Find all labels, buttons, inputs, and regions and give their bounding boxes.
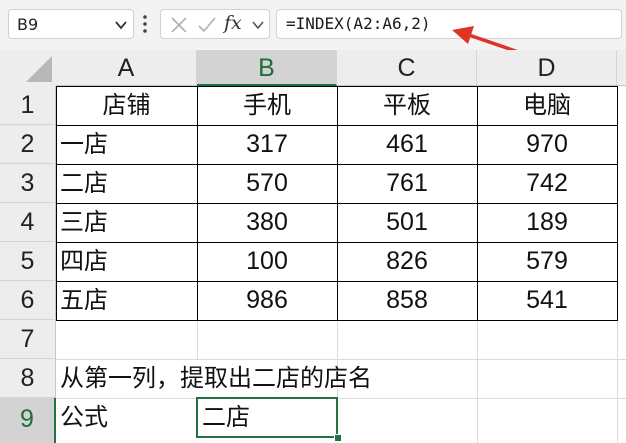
row-header-5[interactable]: 5 xyxy=(0,242,56,281)
cancel-x-icon[interactable] xyxy=(170,16,188,34)
cell-d2[interactable]: 970 xyxy=(477,125,617,164)
cell-a9[interactable]: 公式 xyxy=(56,398,197,437)
row-header-8[interactable]: 8 xyxy=(0,359,56,398)
table-border xyxy=(617,86,618,321)
cell-d5[interactable]: 579 xyxy=(477,242,617,281)
column-header-b[interactable]: B xyxy=(197,50,337,86)
cell-b2[interactable]: 317 xyxy=(197,125,337,164)
cell-b1[interactable]: 手机 xyxy=(197,86,337,125)
column-header-d[interactable]: D xyxy=(477,50,617,86)
select-all-button[interactable] xyxy=(0,50,56,86)
fill-handle[interactable] xyxy=(334,434,342,442)
cell-d6[interactable]: 541 xyxy=(477,281,617,320)
row-header-4[interactable]: 4 xyxy=(0,203,56,242)
cell-b4[interactable]: 380 xyxy=(197,203,337,242)
cell-a4[interactable]: 三店 xyxy=(56,203,197,242)
column-header-a[interactable]: A xyxy=(56,50,197,86)
row-header-2[interactable]: 2 xyxy=(0,125,56,164)
row-header-6[interactable]: 6 xyxy=(0,281,56,320)
cell-c5[interactable]: 826 xyxy=(337,242,477,281)
cell-d3[interactable]: 742 xyxy=(477,164,617,203)
cell-d1[interactable]: 电脑 xyxy=(477,86,617,125)
cell-a3[interactable]: 二店 xyxy=(56,164,197,203)
name-box-value: B9 xyxy=(17,15,39,34)
cell-c3[interactable]: 761 xyxy=(337,164,477,203)
cell-a2[interactable]: 一店 xyxy=(56,125,197,164)
formula-text: =INDEX(A2:A6,2) xyxy=(286,14,431,33)
column-header-e[interactable] xyxy=(617,50,626,86)
cell-a8[interactable]: 从第一列，提取出二店的店名 xyxy=(56,359,616,398)
name-box[interactable]: B9 xyxy=(8,9,134,39)
row-header-1[interactable]: 1 xyxy=(0,86,56,125)
cell-c4[interactable]: 501 xyxy=(337,203,477,242)
cell-b3[interactable]: 570 xyxy=(197,164,337,203)
check-icon[interactable] xyxy=(197,16,217,34)
row-header-3[interactable]: 3 xyxy=(0,164,56,203)
row-header-9[interactable]: 9 xyxy=(0,398,56,443)
chevron-down-icon[interactable] xyxy=(251,19,265,31)
insert-function-button[interactable]: fx xyxy=(224,12,242,34)
cell-a1[interactable]: 店铺 xyxy=(56,86,197,125)
select-all-triangle-icon xyxy=(26,56,52,82)
cell-c2[interactable]: 461 xyxy=(337,125,477,164)
cell-a5[interactable]: 四店 xyxy=(56,242,197,281)
cell-b6[interactable]: 986 xyxy=(197,281,337,320)
active-cell-border xyxy=(196,397,338,438)
cell-b5[interactable]: 100 xyxy=(197,242,337,281)
vertical-dots-icon[interactable] xyxy=(141,12,149,36)
column-header-c[interactable]: C xyxy=(337,50,477,86)
cell-c1[interactable]: 平板 xyxy=(337,86,477,125)
cell-a6[interactable]: 五店 xyxy=(56,281,197,320)
row-header-7[interactable]: 7 xyxy=(0,320,56,359)
cell-d4[interactable]: 189 xyxy=(477,203,617,242)
gridline xyxy=(197,320,198,359)
chevron-down-icon[interactable] xyxy=(114,18,128,32)
cell-c6[interactable]: 858 xyxy=(337,281,477,320)
formula-buttons: fx xyxy=(160,9,270,39)
